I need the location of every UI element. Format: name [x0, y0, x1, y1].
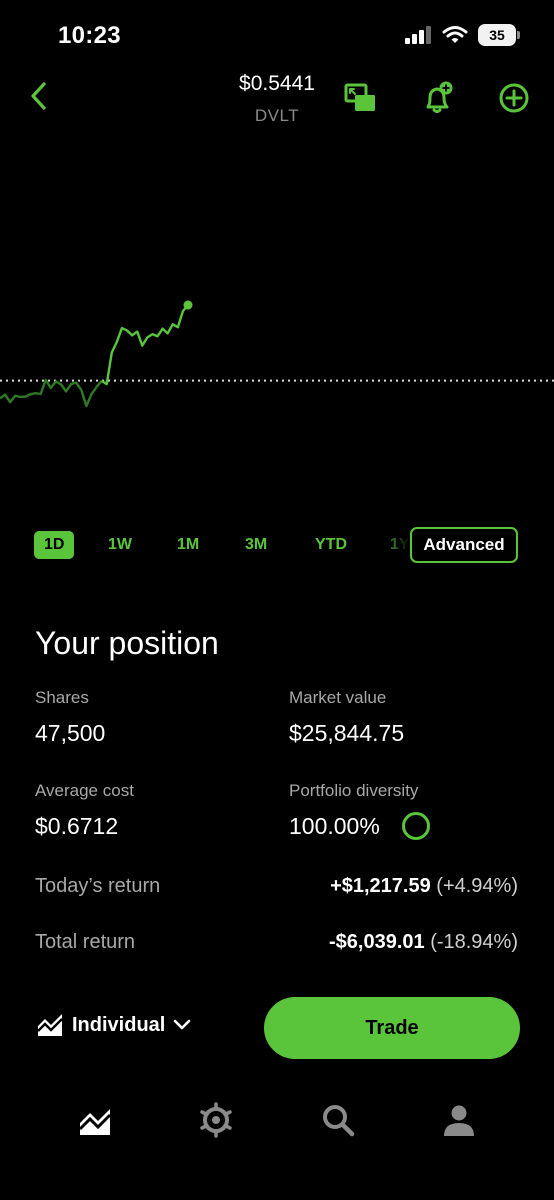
status-icons: 35: [404, 24, 520, 46]
range-tab-1d[interactable]: 1D: [34, 531, 75, 559]
portfolio-diversity-value: 100.00%: [289, 813, 380, 839]
shares-label: Shares: [35, 688, 89, 707]
range-selector: 1D 1W 1M 3M YTD 1Y Advanced: [0, 527, 554, 563]
average-cost-label: Average cost: [35, 781, 134, 800]
battery-level: 35: [489, 27, 505, 43]
market-value-label: Market value: [289, 688, 387, 707]
shares-value: 47,500: [35, 720, 106, 746]
market-value: $25,844.75: [289, 720, 405, 746]
picture-in-picture-icon[interactable]: [342, 80, 378, 116]
range-tab-1w[interactable]: 1W: [108, 531, 132, 559]
todays-return-amount: +$1,217.59: [330, 875, 431, 897]
range-tab-3m[interactable]: 3M: [245, 531, 267, 559]
stock-detail-screen: 10:23 35 $0.5441 DVLT 1D 1W 1M 3M YTD Ad…: [0, 0, 554, 1200]
investing-icon[interactable]: [77, 1102, 113, 1138]
todays-return-value: +$1,217.59 (+4.94%): [330, 875, 518, 898]
bell-plus-icon[interactable]: [420, 80, 456, 116]
price-chart[interactable]: [0, 130, 554, 510]
range-tab-ytd[interactable]: YTD: [315, 531, 347, 559]
range-tab-1m[interactable]: 1M: [177, 531, 199, 559]
header-symbol: DVLT: [254, 106, 300, 125]
todays-return-percent: (+4.94%): [436, 875, 518, 897]
account-icon[interactable]: [441, 1102, 477, 1138]
todays-return-label: Today’s return: [35, 875, 161, 897]
diversity-ring-icon[interactable]: [402, 812, 430, 840]
wifi-icon: [442, 26, 468, 43]
account-selector[interactable]: Individual: [36, 1012, 191, 1038]
account-label: Individual: [72, 1013, 166, 1036]
price-current-dot: [183, 300, 193, 310]
trade-button[interactable]: Trade: [264, 997, 520, 1059]
chevron-down-icon: [174, 1019, 191, 1030]
header-title: $0.5441 DVLT: [0, 72, 554, 126]
price-line-recent: [100, 304, 189, 386]
header-price: $0.5441: [239, 72, 315, 95]
cellular-signal-icon: [405, 26, 431, 44]
search-icon[interactable]: [320, 1102, 356, 1138]
chevron-left-icon[interactable]: [24, 80, 56, 112]
total-return-label: Total return: [35, 931, 136, 953]
total-return-value: -$6,039.01 (-18.94%): [329, 931, 518, 954]
price-line-early: [0, 378, 103, 408]
advanced-chart-button[interactable]: Advanced: [410, 527, 518, 563]
average-cost-value: $0.6712: [35, 813, 119, 839]
plus-circle-icon[interactable]: [496, 80, 532, 116]
total-return-amount: -$6,039.01: [328, 931, 425, 953]
position-title: Your position: [35, 625, 219, 661]
portfolio-diversity-label: Portfolio diversity: [289, 781, 419, 800]
battery-indicator: 35: [478, 24, 520, 46]
range-scroll-fade: [380, 527, 410, 563]
chart-area-icon: [37, 1014, 63, 1036]
total-return-percent: (-18.94%): [430, 931, 518, 953]
status-time: 10:23: [58, 22, 121, 49]
crypto-icon[interactable]: [198, 1102, 234, 1138]
